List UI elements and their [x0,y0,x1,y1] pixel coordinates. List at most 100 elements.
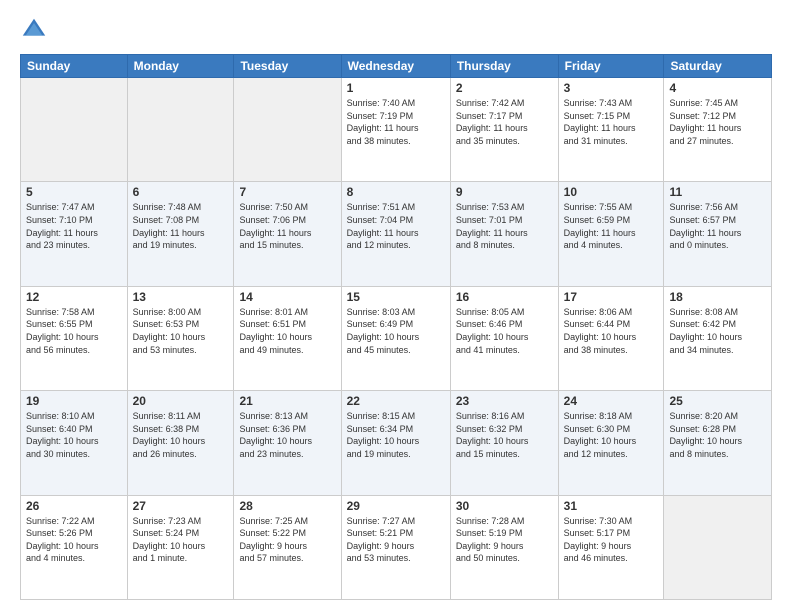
day-cell [234,78,341,182]
day-info: Sunrise: 7:48 AM Sunset: 7:08 PM Dayligh… [133,201,229,251]
day-info: Sunrise: 8:16 AM Sunset: 6:32 PM Dayligh… [456,410,553,460]
day-cell: 21 Sunrise: 8:13 AM Sunset: 6:36 PM Dayli… [234,391,341,495]
day-number: 1 [347,81,445,95]
week-row-5: 26 Sunrise: 7:22 AM Sunset: 5:26 PM Dayli… [21,495,772,599]
day-number: 20 [133,394,229,408]
day-cell: 19 Sunrise: 8:10 AM Sunset: 6:40 PM Dayli… [21,391,128,495]
day-info: Sunrise: 7:58 AM Sunset: 6:55 PM Dayligh… [26,306,122,356]
day-cell [127,78,234,182]
day-number: 12 [26,290,122,304]
day-number: 7 [239,185,335,199]
day-cell: 9 Sunrise: 7:53 AM Sunset: 7:01 PM Daylig… [450,182,558,286]
day-info: Sunrise: 7:43 AM Sunset: 7:15 PM Dayligh… [564,97,659,147]
day-number: 2 [456,81,553,95]
day-number: 13 [133,290,229,304]
col-header-wednesday: Wednesday [341,55,450,78]
day-number: 27 [133,499,229,513]
day-cell [664,495,772,599]
day-info: Sunrise: 8:06 AM Sunset: 6:44 PM Dayligh… [564,306,659,356]
day-info: Sunrise: 7:30 AM Sunset: 5:17 PM Dayligh… [564,515,659,565]
day-info: Sunrise: 7:23 AM Sunset: 5:24 PM Dayligh… [133,515,229,565]
day-number: 4 [669,81,766,95]
day-info: Sunrise: 7:55 AM Sunset: 6:59 PM Dayligh… [564,201,659,251]
day-info: Sunrise: 7:51 AM Sunset: 7:04 PM Dayligh… [347,201,445,251]
day-number: 21 [239,394,335,408]
day-info: Sunrise: 7:47 AM Sunset: 7:10 PM Dayligh… [26,201,122,251]
day-number: 19 [26,394,122,408]
day-info: Sunrise: 7:27 AM Sunset: 5:21 PM Dayligh… [347,515,445,565]
day-cell: 7 Sunrise: 7:50 AM Sunset: 7:06 PM Daylig… [234,182,341,286]
day-cell: 15Sunrise: 8:03 AM Sunset: 6:49 PM Dayli… [341,286,450,390]
day-number: 30 [456,499,553,513]
day-number: 17 [564,290,659,304]
logo [20,16,52,44]
day-cell: 22Sunrise: 8:15 AM Sunset: 6:34 PM Dayli… [341,391,450,495]
day-cell: 20 Sunrise: 8:11 AM Sunset: 6:38 PM Dayli… [127,391,234,495]
col-header-friday: Friday [558,55,664,78]
day-number: 31 [564,499,659,513]
day-cell: 12 Sunrise: 7:58 AM Sunset: 6:55 PM Dayli… [21,286,128,390]
day-number: 5 [26,185,122,199]
day-number: 22 [347,394,445,408]
day-cell: 18Sunrise: 8:08 AM Sunset: 6:42 PM Dayli… [664,286,772,390]
day-info: Sunrise: 7:53 AM Sunset: 7:01 PM Dayligh… [456,201,553,251]
day-info: Sunrise: 8:00 AM Sunset: 6:53 PM Dayligh… [133,306,229,356]
day-info: Sunrise: 7:50 AM Sunset: 7:06 PM Dayligh… [239,201,335,251]
day-cell: 30 Sunrise: 7:28 AM Sunset: 5:19 PM Dayli… [450,495,558,599]
day-cell: 25 Sunrise: 8:20 AM Sunset: 6:28 PM Dayli… [664,391,772,495]
day-info: Sunrise: 7:28 AM Sunset: 5:19 PM Dayligh… [456,515,553,565]
day-info: Sunrise: 8:18 AM Sunset: 6:30 PM Dayligh… [564,410,659,460]
day-cell: 8 Sunrise: 7:51 AM Sunset: 7:04 PM Daylig… [341,182,450,286]
day-cell: 4 Sunrise: 7:45 AM Sunset: 7:12 PM Daylig… [664,78,772,182]
col-header-sunday: Sunday [21,55,128,78]
header [20,16,772,44]
day-info: Sunrise: 8:20 AM Sunset: 6:28 PM Dayligh… [669,410,766,460]
day-cell: 29 Sunrise: 7:27 AM Sunset: 5:21 PM Dayli… [341,495,450,599]
day-info: Sunrise: 8:11 AM Sunset: 6:38 PM Dayligh… [133,410,229,460]
day-info: Sunrise: 7:25 AM Sunset: 5:22 PM Dayligh… [239,515,335,565]
day-info: Sunrise: 8:05 AM Sunset: 6:46 PM Dayligh… [456,306,553,356]
day-cell: 5 Sunrise: 7:47 AM Sunset: 7:10 PM Daylig… [21,182,128,286]
day-number: 11 [669,185,766,199]
day-cell: 17 Sunrise: 8:06 AM Sunset: 6:44 PM Dayli… [558,286,664,390]
day-cell: 11Sunrise: 7:56 AM Sunset: 6:57 PM Dayli… [664,182,772,286]
day-number: 8 [347,185,445,199]
day-cell: 27 Sunrise: 7:23 AM Sunset: 5:24 PM Dayli… [127,495,234,599]
day-cell: 6 Sunrise: 7:48 AM Sunset: 7:08 PM Daylig… [127,182,234,286]
day-cell [21,78,128,182]
day-info: Sunrise: 7:42 AM Sunset: 7:17 PM Dayligh… [456,97,553,147]
day-number: 16 [456,290,553,304]
week-row-4: 19 Sunrise: 8:10 AM Sunset: 6:40 PM Dayli… [21,391,772,495]
week-row-2: 5 Sunrise: 7:47 AM Sunset: 7:10 PM Daylig… [21,182,772,286]
day-cell: 26 Sunrise: 7:22 AM Sunset: 5:26 PM Dayli… [21,495,128,599]
day-number: 3 [564,81,659,95]
page: SundayMondayTuesdayWednesdayThursdayFrid… [0,0,792,612]
day-cell: 10 Sunrise: 7:55 AM Sunset: 6:59 PM Dayli… [558,182,664,286]
day-number: 14 [239,290,335,304]
day-cell: 2 Sunrise: 7:42 AM Sunset: 7:17 PM Daylig… [450,78,558,182]
day-info: Sunrise: 8:10 AM Sunset: 6:40 PM Dayligh… [26,410,122,460]
col-header-tuesday: Tuesday [234,55,341,78]
col-header-saturday: Saturday [664,55,772,78]
day-number: 25 [669,394,766,408]
day-number: 23 [456,394,553,408]
col-header-thursday: Thursday [450,55,558,78]
week-row-3: 12 Sunrise: 7:58 AM Sunset: 6:55 PM Dayli… [21,286,772,390]
day-info: Sunrise: 7:22 AM Sunset: 5:26 PM Dayligh… [26,515,122,565]
day-cell: 31 Sunrise: 7:30 AM Sunset: 5:17 PM Dayli… [558,495,664,599]
day-number: 10 [564,185,659,199]
day-info: Sunrise: 7:40 AM Sunset: 7:19 PM Dayligh… [347,97,445,147]
day-cell: 23 Sunrise: 8:16 AM Sunset: 6:32 PM Dayli… [450,391,558,495]
day-number: 29 [347,499,445,513]
day-number: 18 [669,290,766,304]
day-cell: 3 Sunrise: 7:43 AM Sunset: 7:15 PM Daylig… [558,78,664,182]
header-row: SundayMondayTuesdayWednesdayThursdayFrid… [21,55,772,78]
logo-icon [20,16,48,44]
day-info: Sunrise: 7:45 AM Sunset: 7:12 PM Dayligh… [669,97,766,147]
week-row-1: 1 Sunrise: 7:40 AM Sunset: 7:19 PM Daylig… [21,78,772,182]
calendar: SundayMondayTuesdayWednesdayThursdayFrid… [20,54,772,600]
day-number: 9 [456,185,553,199]
day-number: 26 [26,499,122,513]
day-number: 6 [133,185,229,199]
day-info: Sunrise: 8:13 AM Sunset: 6:36 PM Dayligh… [239,410,335,460]
